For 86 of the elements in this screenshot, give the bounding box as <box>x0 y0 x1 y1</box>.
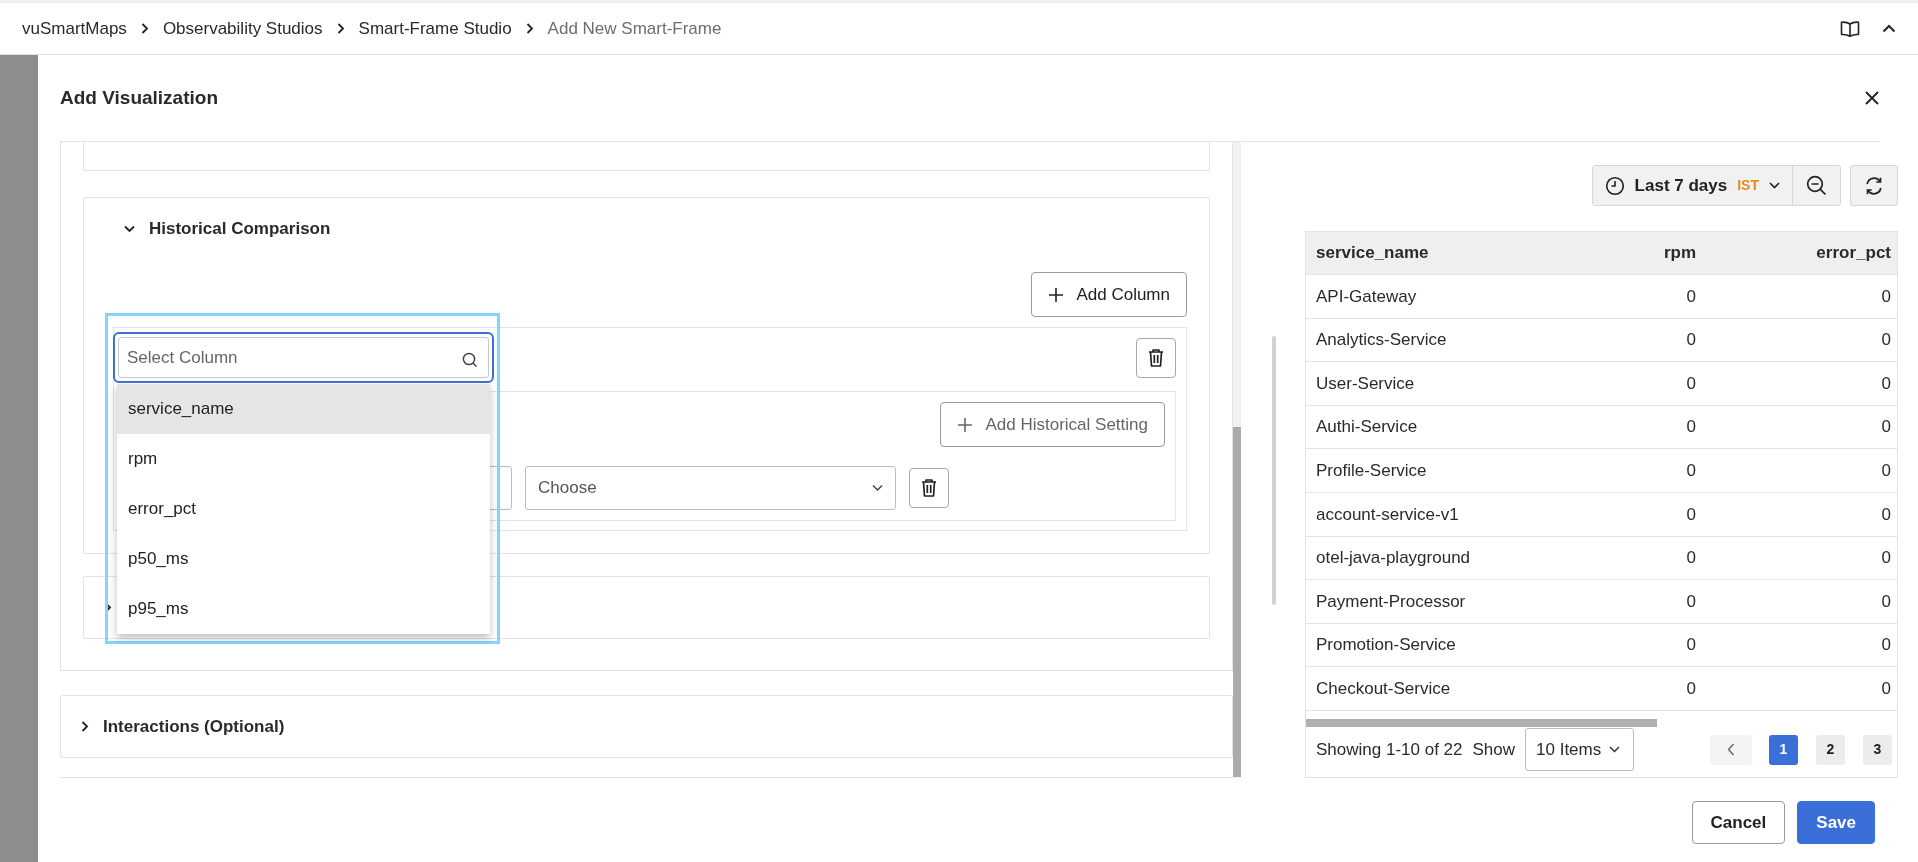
table-cell-text: 0 <box>1685 416 1697 439</box>
dropdown-option[interactable]: p50_ms <box>117 534 490 584</box>
table-cell-text: 0 <box>1685 677 1697 700</box>
breadcrumb-link[interactable]: Smart-Frame Studio <box>358 15 512 42</box>
table-cell-text: 0 <box>1880 590 1892 613</box>
table-cell-text: Promotion-Service <box>1315 634 1457 657</box>
delete-button[interactable] <box>909 468 949 508</box>
column-header[interactable]: rpm <box>1596 232 1706 274</box>
table-cell-text: 0 <box>1685 459 1697 482</box>
modal-title: Add Visualization <box>60 85 218 110</box>
chevron-right-icon <box>140 23 149 34</box>
scrollbar[interactable] <box>1272 336 1276 605</box>
book-icon[interactable] <box>1840 20 1860 37</box>
section-title: Interactions (Optional) <box>103 715 285 738</box>
clock-icon <box>1604 175 1625 196</box>
zoom-out-icon <box>1806 175 1827 196</box>
chevron-up-icon[interactable] <box>1882 24 1896 33</box>
table-cell-text: API-Gateway <box>1315 285 1418 308</box>
delete-button[interactable] <box>1136 338 1176 378</box>
close-icon[interactable] <box>1864 90 1880 106</box>
dropdown-option[interactable]: service_name <box>117 384 490 434</box>
breadcrumb-link[interactable]: vuSmartMaps <box>22 15 127 42</box>
trash-icon <box>1147 348 1165 368</box>
scrollbar[interactable] <box>1306 718 1657 727</box>
page-button[interactable]: 3 <box>1863 734 1892 765</box>
table-cell-text: 0 <box>1685 503 1697 526</box>
add-column-button[interactable]: Add Column <box>1031 272 1187 317</box>
table-cell-text: 0 <box>1880 634 1892 657</box>
table-cell-text: 0 <box>1880 285 1892 308</box>
chevron-down-icon <box>124 225 135 233</box>
dropdown-option[interactable]: error_pct <box>117 484 490 534</box>
table-cell-text: 0 <box>1685 547 1697 570</box>
table-cell-text: Profile-Service <box>1315 459 1428 482</box>
table-cell-text: 0 <box>1685 285 1697 308</box>
table-cell-text: Authi-Service <box>1315 416 1419 439</box>
breadcrumb-link[interactable]: Add New Smart-Frame <box>547 15 722 42</box>
table-cell-text: 0 <box>1880 329 1892 352</box>
table-cell-text: 0 <box>1685 634 1697 657</box>
choose-select[interactable]: Choose <box>525 466 896 510</box>
table-cell-text: account-service-v1 <box>1315 503 1460 526</box>
chevron-right-icon <box>525 23 534 34</box>
table-cell-text: 0 <box>1880 547 1892 570</box>
caret-down-icon <box>1769 182 1780 189</box>
table-cell-text: Analytics-Service <box>1315 329 1448 352</box>
table-cell-text: User-Service <box>1315 372 1416 395</box>
refresh-icon <box>1864 175 1884 196</box>
column-search-field[interactable]: Select Column <box>113 332 494 383</box>
chevron-right-icon <box>336 23 345 34</box>
plus-icon <box>1048 286 1065 303</box>
chevron-right-icon <box>81 721 89 732</box>
add-historical-setting-button[interactable]: Add Historical Setting <box>940 402 1165 447</box>
page-button[interactable]: 2 <box>1816 734 1845 765</box>
table-cell-text: 0 <box>1685 590 1697 613</box>
table-cell-text: 0 <box>1880 416 1892 439</box>
column-header[interactable]: service_name <box>1306 232 1596 274</box>
page-button[interactable]: 1 <box>1769 734 1798 765</box>
dropdown-option[interactable]: rpm <box>117 434 490 484</box>
table-cell-text: otel-java-playground <box>1315 547 1472 570</box>
section-title: Historical Comparison <box>149 218 331 241</box>
trash-icon <box>920 478 938 498</box>
table-cell-text: 0 <box>1880 677 1892 700</box>
page-size-label: Show <box>1472 739 1516 762</box>
chevron-left-icon <box>1727 743 1735 757</box>
breadcrumb-link[interactable]: Observability Studios <box>162 15 323 42</box>
pagination-summary: Showing 1-10 of 22 <box>1316 739 1463 762</box>
cancel-button[interactable]: Cancel <box>1691 801 1786 844</box>
zoom-out-button[interactable] <box>1792 166 1840 205</box>
dropdown-option[interactable]: p95_ms <box>117 584 490 634</box>
page-size-select[interactable]: 10 Items <box>1525 728 1635 772</box>
search-icon <box>462 352 478 368</box>
table-cell-text: 0 <box>1880 372 1892 395</box>
table-cell-text: Payment-Processor <box>1315 590 1467 613</box>
section-header[interactable]: Interactions (Optional) <box>60 695 1233 758</box>
chevron-down-icon <box>1609 746 1621 754</box>
table-cell-text: 0 <box>1685 329 1697 352</box>
refresh-button[interactable] <box>1850 165 1898 206</box>
table-cell-text: 0 <box>1685 372 1697 395</box>
table-cell-text: 0 <box>1880 459 1892 482</box>
plus-icon <box>957 416 974 433</box>
chevron-down-icon <box>872 484 883 492</box>
column-header[interactable]: error_pct <box>1706 232 1897 274</box>
save-button[interactable]: Save <box>1797 801 1875 844</box>
table-cell-text: Checkout-Service <box>1315 677 1452 700</box>
section-header[interactable]: Historical Comparison <box>104 198 1187 260</box>
table-cell-text: 0 <box>1880 503 1892 526</box>
scrollbar[interactable] <box>1233 142 1241 778</box>
